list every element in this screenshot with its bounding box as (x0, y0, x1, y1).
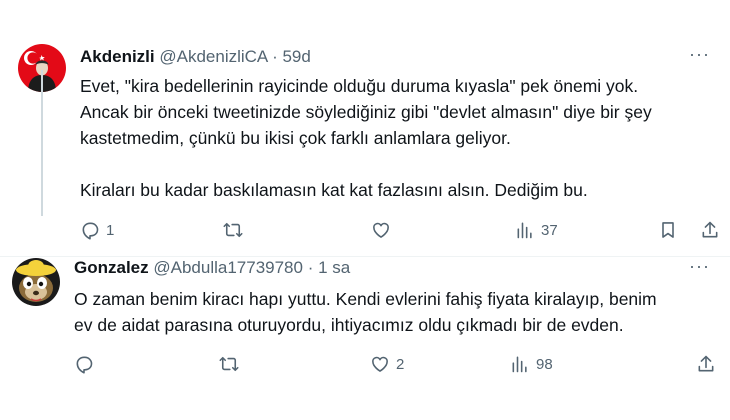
share-icon (698, 355, 714, 372)
like-count: 2 (396, 355, 405, 373)
bookmark-button[interactable] (658, 220, 678, 240)
share-icon (702, 221, 718, 238)
views-count: 98 (536, 355, 553, 373)
share-button[interactable] (696, 354, 716, 374)
like-icon (372, 356, 388, 372)
tweet-header: Gonzalez @Abdulla17739780 · 1 sa (74, 258, 350, 278)
tweet-text-line: ev de aidat parasına oturuyordu, ihtiyac… (74, 315, 624, 335)
display-name[interactable]: Gonzalez (74, 258, 149, 277)
tweet-header: Akdenizli @AkdenizliCA · 59d (80, 47, 311, 67)
views-button[interactable]: 37 (515, 220, 558, 240)
action-bar: 2 98 (74, 354, 720, 378)
share-button[interactable] (700, 220, 720, 240)
repost-button[interactable] (223, 220, 249, 240)
separator-dot: · (272, 47, 278, 66)
tweet-gonzalez[interactable]: Gonzalez @Abdulla17739780 · 1 sa O zaman… (0, 256, 730, 420)
bookmark-icon (662, 222, 674, 238)
avatar-gonzalez[interactable] (12, 258, 60, 306)
thread-connector (41, 70, 43, 216)
tweet-text-line: Evet, "kira bedellerinin rayicinde olduğ… (80, 76, 639, 96)
action-bar: 1 37 (80, 220, 720, 244)
like-button[interactable]: 2 (370, 354, 404, 374)
tweet-text: Evet, "kira bedellerinin rayicinde olduğ… (80, 73, 720, 203)
reply-button[interactable]: 1 (80, 220, 114, 240)
tweet-text-line: kastetmedim, çünkü bu ikisi çok farklı a… (80, 128, 511, 148)
tweet-akdenizli[interactable]: Akdenizli @AkdenizliCA · 59d Evet, "kira… (0, 30, 730, 256)
timestamp[interactable]: 59d (282, 47, 310, 66)
user-handle[interactable]: @Abdulla17739780 (153, 258, 303, 277)
user-handle[interactable]: @AkdenizliCA (159, 47, 267, 66)
tweet-text: O zaman benim kiracı hapı yuttu. Kendi e… (74, 286, 714, 338)
reply-count: 1 (106, 221, 115, 239)
tweet-text-line: Ancak bir önceki tweetinizde söylediğini… (80, 102, 652, 122)
views-icon (512, 356, 527, 373)
like-icon (373, 222, 389, 238)
tweet-text-line: O zaman benim kiracı hapı yuttu. Kendi e… (74, 289, 657, 309)
tweet-text-line: Kiraları bu kadar baskılamasın kat kat f… (80, 180, 588, 200)
views-button[interactable]: 98 (510, 354, 553, 374)
display-name[interactable]: Akdenizli (80, 47, 155, 66)
more-icon[interactable]: ··· (689, 256, 710, 277)
repost-icon (219, 356, 239, 372)
reply-button[interactable] (74, 354, 100, 374)
repost-icon (223, 222, 243, 238)
views-count: 37 (541, 221, 558, 239)
repost-button[interactable] (219, 354, 245, 374)
more-icon[interactable]: ··· (689, 44, 710, 65)
timestamp[interactable]: 1 sa (318, 258, 350, 277)
like-button[interactable] (371, 220, 397, 240)
separator-dot: · (307, 258, 314, 277)
reply-icon (82, 222, 99, 240)
views-icon (517, 222, 532, 239)
reply-icon (76, 356, 93, 374)
